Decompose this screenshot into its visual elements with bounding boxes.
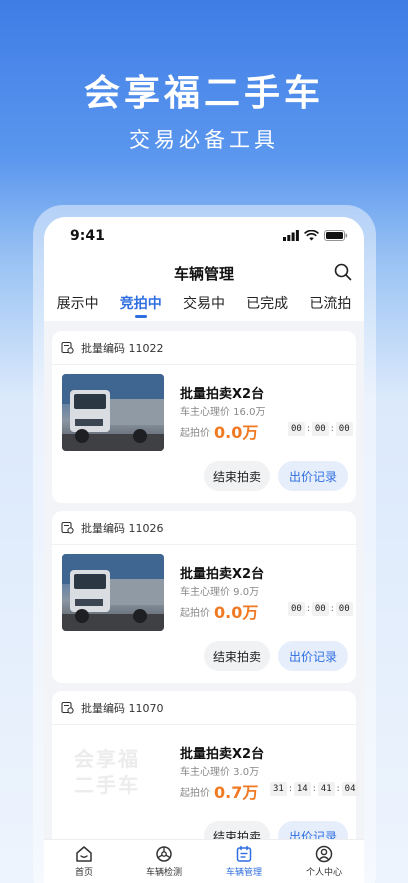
card-header: 批量编码 11022 bbox=[52, 331, 356, 365]
tab-completed[interactable]: 已完成 bbox=[246, 291, 288, 321]
hero-title: 会享福二手车 bbox=[83, 73, 324, 114]
tabbar-item-home[interactable]: 首页 bbox=[44, 840, 124, 883]
vehicle-image-placeholder[interactable]: 会享福 二手车 bbox=[62, 734, 164, 811]
countdown-segment: 41 bbox=[317, 782, 335, 796]
wifi-icon bbox=[304, 230, 319, 241]
tabbar-label: 首页 bbox=[74, 868, 93, 878]
countdown-segment: 00 bbox=[311, 422, 329, 436]
hero-subtitle: 交易必备工具 bbox=[129, 128, 279, 152]
truck-image bbox=[62, 374, 164, 451]
countdown-segment: 00 bbox=[311, 602, 329, 616]
battery-icon bbox=[324, 230, 348, 241]
batch-code: 批量编码 11022 bbox=[81, 342, 164, 355]
countdown-timer: 00 : 00 : 00 bbox=[288, 422, 353, 436]
auction-card[interactable]: 批量编码 11022 批量拍卖X2台 车主心理价 16.0万 起拍价 0.0万 bbox=[52, 331, 356, 503]
signal-icon bbox=[283, 230, 299, 241]
vehicle-title: 批量拍卖X2台 bbox=[180, 567, 265, 582]
batch-icon bbox=[61, 341, 74, 354]
profile-icon bbox=[315, 845, 333, 863]
tabbar-label: 车辆管理 bbox=[225, 868, 262, 878]
start-price-label: 起拍价 bbox=[180, 788, 210, 799]
vehicle-title: 批量拍卖X2台 bbox=[180, 387, 265, 402]
tab-trading[interactable]: 交易中 bbox=[183, 291, 225, 321]
bid-records-button[interactable]: 出价记录 bbox=[278, 461, 348, 491]
tab-failed[interactable]: 已流拍 bbox=[309, 291, 351, 321]
tabbar-item-management[interactable]: 车辆管理 bbox=[204, 840, 284, 883]
tab-bidding[interactable]: 竞拍中 bbox=[120, 291, 162, 321]
vehicle-image[interactable] bbox=[62, 554, 164, 631]
owner-expected-price: 车主心理价 9.0万 bbox=[180, 587, 260, 598]
status-bar: 9:41 bbox=[44, 217, 364, 257]
auction-card[interactable]: 批量编码 11070 会享福 二手车 批量拍卖X2台 车主心理价 3.0万 起拍… bbox=[52, 691, 359, 863]
inspection-icon bbox=[156, 846, 172, 862]
tabbar-label: 车辆检测 bbox=[145, 868, 182, 878]
status-time: 9:41 bbox=[70, 228, 105, 244]
auction-card[interactable]: 批量编码 11026 批量拍卖X2台 车主心理价 9.0万 起拍价 0.0万 0… bbox=[52, 511, 356, 683]
countdown-timer: 00 : 00 : 00 bbox=[288, 602, 353, 616]
bottom-tab-bar: 首页 车辆检测 车辆管理 个人中心 bbox=[44, 839, 364, 883]
countdown-segment: 00 bbox=[288, 602, 305, 616]
tabbar-label: 个人中心 bbox=[305, 868, 342, 878]
status-tabs: 展示中 竞拍中 交易中 已完成 已流拍 bbox=[44, 291, 364, 321]
card-header: 批量编码 11026 bbox=[52, 511, 356, 545]
countdown-timer: 31 : 14 : 41 : 04 bbox=[270, 782, 359, 796]
end-auction-button[interactable]: 结束拍卖 bbox=[204, 461, 270, 491]
batch-icon bbox=[61, 701, 74, 714]
watermark-logo: 会享福 二手车 bbox=[74, 747, 140, 797]
owner-expected-price: 车主心理价 3.0万 bbox=[180, 767, 260, 778]
card-header: 批量编码 11070 bbox=[52, 691, 356, 725]
tab-displaying[interactable]: 展示中 bbox=[57, 291, 99, 321]
page-title: 车辆管理 bbox=[173, 265, 234, 283]
vehicle-title: 批量拍卖X2台 bbox=[180, 747, 265, 762]
countdown-segment: 14 bbox=[293, 782, 311, 796]
tabbar-item-inspection[interactable]: 车辆检测 bbox=[124, 840, 204, 883]
tabbar-item-profile[interactable]: 个人中心 bbox=[284, 840, 364, 883]
batch-code: 批量编码 11070 bbox=[81, 702, 164, 715]
countdown-segment: 00 bbox=[335, 422, 353, 436]
countdown-segment: 00 bbox=[288, 422, 305, 436]
truck-image bbox=[62, 554, 164, 631]
status-icons bbox=[283, 230, 348, 241]
bid-records-button[interactable]: 出价记录 bbox=[278, 641, 348, 671]
batch-code: 批量编码 11026 bbox=[81, 522, 164, 535]
start-price-value: 0.0万 bbox=[214, 603, 259, 622]
vehicle-image[interactable] bbox=[62, 374, 164, 451]
start-price-value: 0.7万 bbox=[214, 783, 259, 802]
start-price-label: 起拍价 bbox=[180, 428, 210, 439]
nav-bar: 车辆管理 bbox=[44, 257, 364, 291]
owner-expected-price: 车主心理价 16.0万 bbox=[180, 407, 266, 418]
countdown-segment: 31 bbox=[270, 782, 287, 796]
end-auction-button[interactable]: 结束拍卖 bbox=[204, 641, 270, 671]
search-icon[interactable] bbox=[334, 263, 352, 281]
management-icon bbox=[236, 845, 252, 862]
home-icon bbox=[76, 846, 92, 862]
countdown-segment: 00 bbox=[335, 602, 353, 616]
start-price-label: 起拍价 bbox=[180, 608, 210, 619]
start-price-value: 0.0万 bbox=[214, 423, 259, 442]
app-screen: 9:41 车辆管理 展示中 竞拍中 交易中 已完成 已流拍 批量编码 11022… bbox=[44, 217, 364, 883]
batch-icon bbox=[61, 521, 74, 534]
countdown-segment: 04 bbox=[341, 782, 359, 796]
